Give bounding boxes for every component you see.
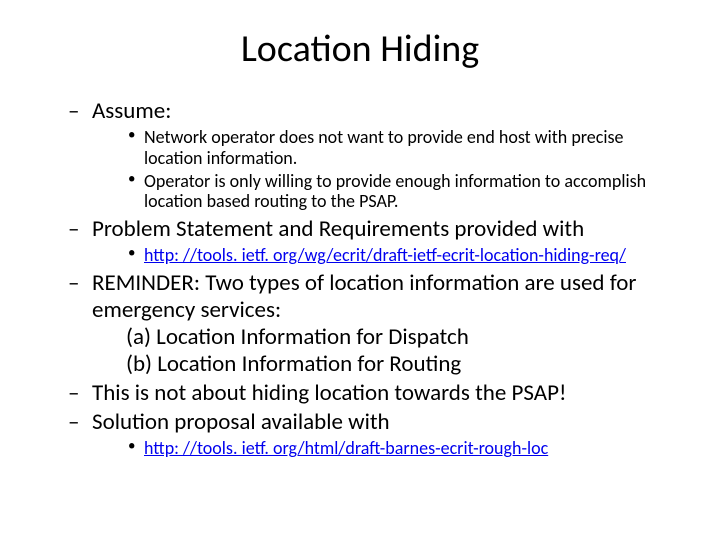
slide-title: Location Hiding <box>50 26 670 72</box>
l1-text: REMINDER: Two types of location informat… <box>92 269 636 324</box>
bullet-list-level1: Assume: Network operator does not want t… <box>50 98 670 459</box>
l1-text: Problem Statement and Requirements provi… <box>92 215 584 243</box>
l1-item-solution: Solution proposal available with http: /… <box>68 409 670 459</box>
slide: Location Hiding Assume: Network operator… <box>0 0 720 540</box>
l2-item: Network operator does not want to provid… <box>128 127 670 168</box>
l2-item-link: http: //tools. ietf. org/html/draft-barn… <box>128 438 670 459</box>
sub-line-a: (a) Location Information for Dispatch <box>92 324 670 351</box>
l2-item: Operator is only willing to provide enou… <box>128 171 670 212</box>
bullet-list-level2: http: //tools. ietf. org/html/draft-barn… <box>92 438 670 459</box>
sub-line-b: (b) Location Information for Routing <box>92 351 670 378</box>
l1-item-reminder: REMINDER: Two types of location informat… <box>68 270 670 379</box>
hyperlink[interactable]: http: //tools. ietf. org/html/draft-barn… <box>144 437 548 459</box>
l1-text: Solution proposal available with <box>92 408 390 436</box>
l1-item-problem-statement: Problem Statement and Requirements provi… <box>68 216 670 266</box>
hyperlink[interactable]: http: //tools. ietf. org/wg/ecrit/draft-… <box>144 244 626 266</box>
bullet-list-level2: Network operator does not want to provid… <box>92 127 670 212</box>
l1-item-assume: Assume: Network operator does not want t… <box>68 98 670 212</box>
l1-item-not-about: This is not about hiding location toward… <box>68 380 670 407</box>
l1-text: This is not about hiding location toward… <box>92 379 566 407</box>
l2-item-link: http: //tools. ietf. org/wg/ecrit/draft-… <box>128 245 670 266</box>
l1-text: Assume: <box>92 97 171 125</box>
bullet-list-level2: http: //tools. ietf. org/wg/ecrit/draft-… <box>92 245 670 266</box>
